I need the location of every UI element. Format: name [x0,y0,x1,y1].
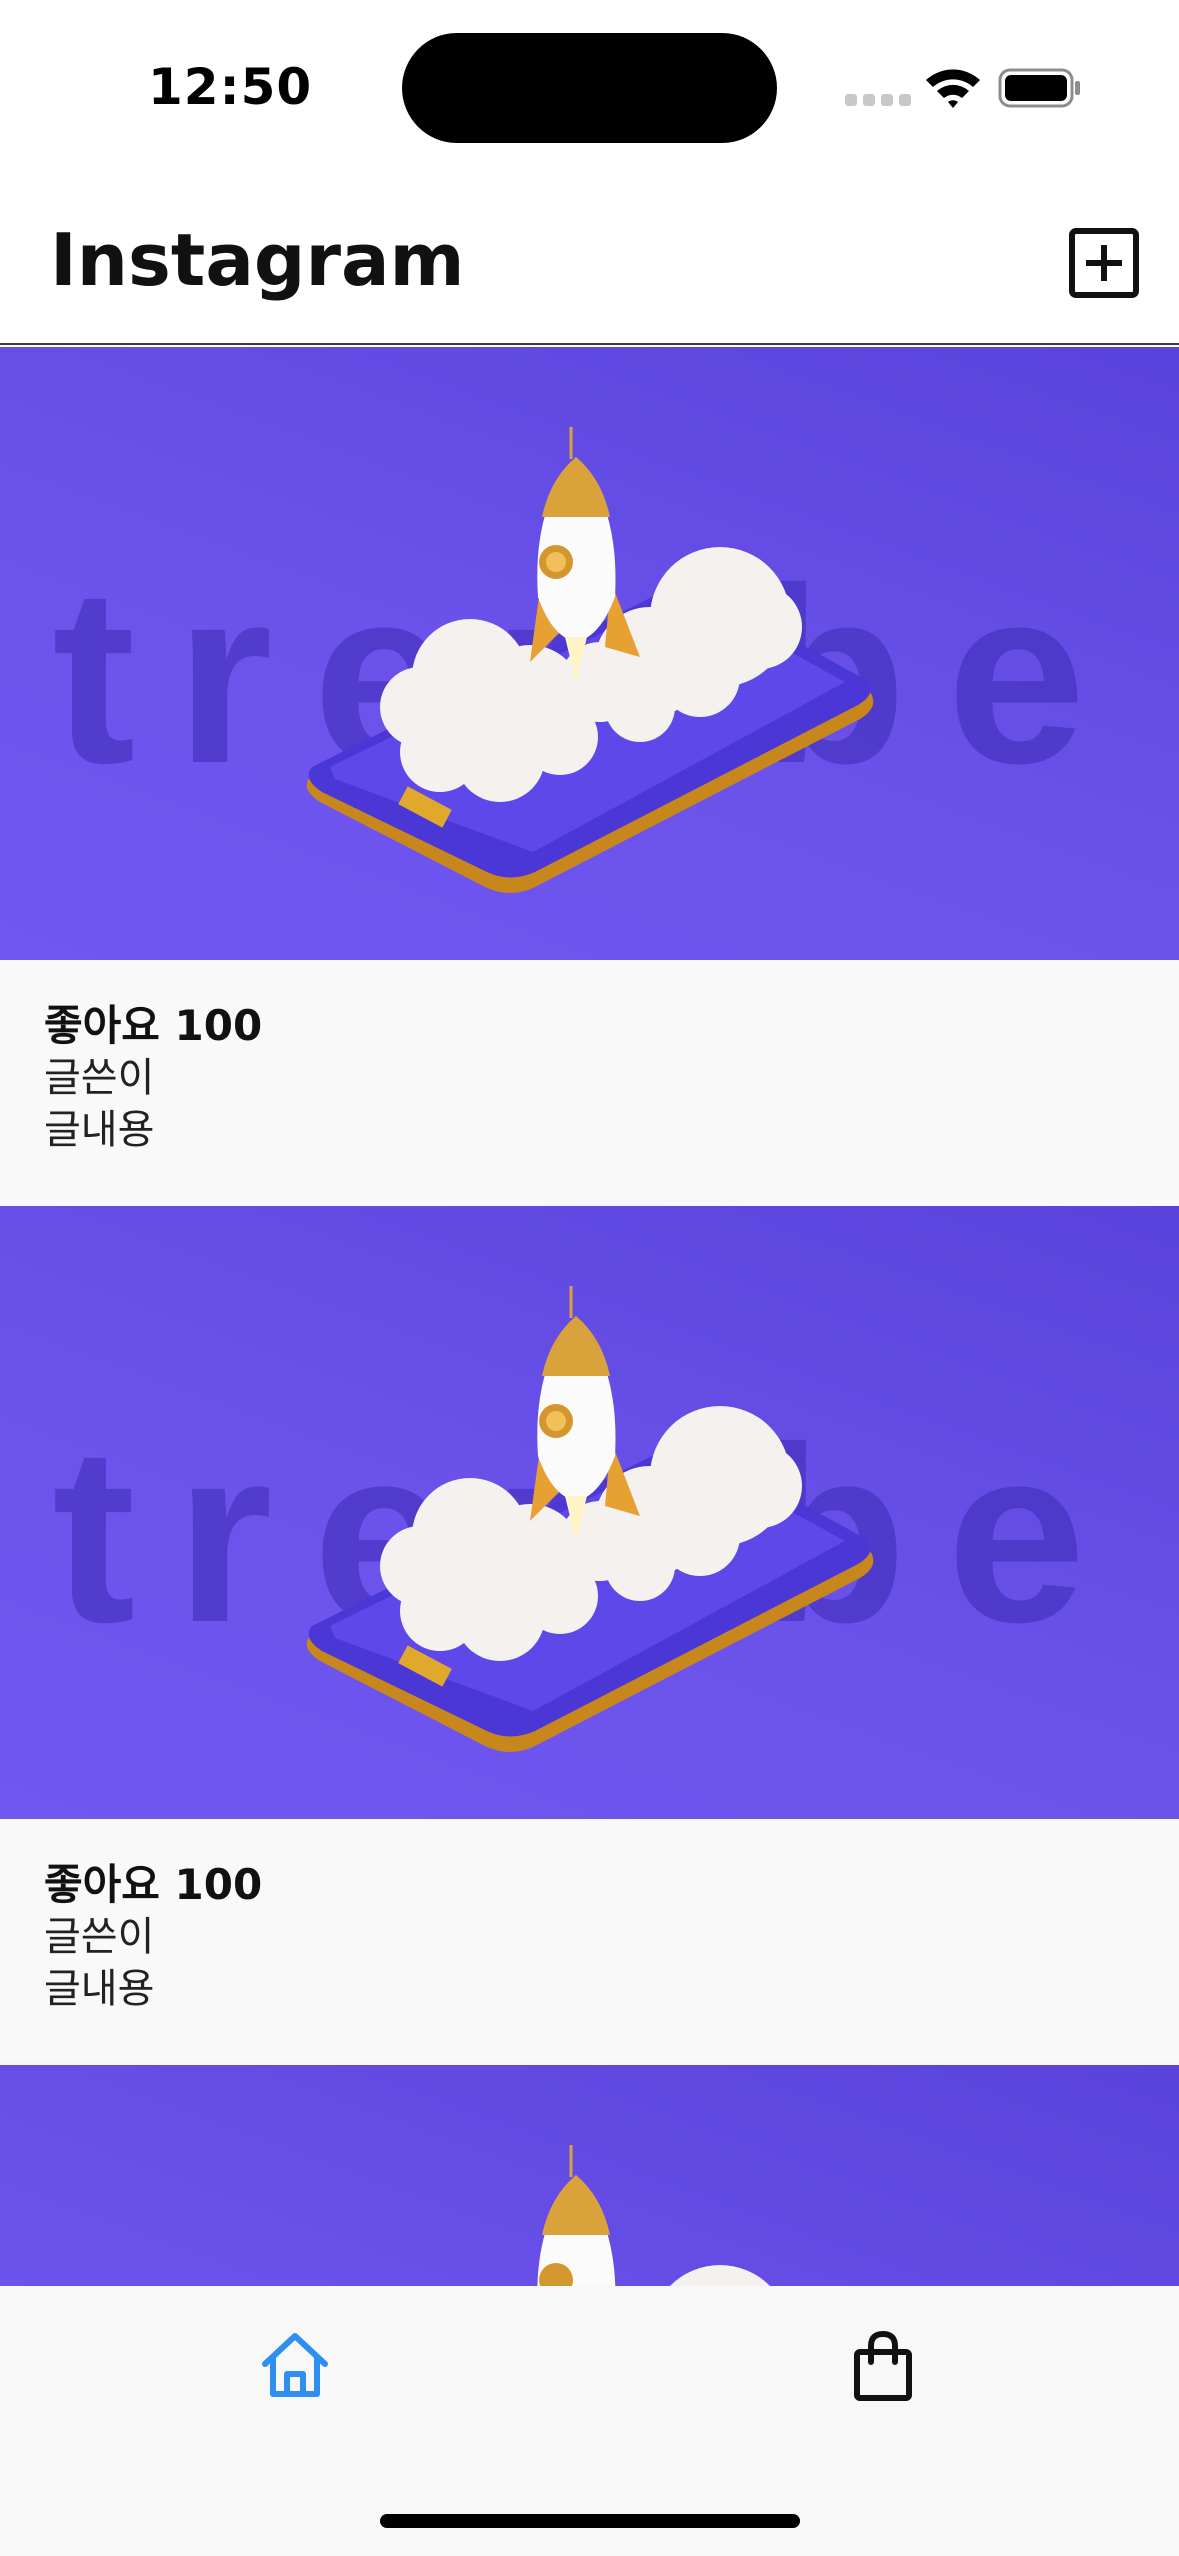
post-author[interactable]: 글쓴이 [44,1052,1179,1104]
shopping-bag-icon[interactable] [843,2326,923,2406]
home-indicator [380,2514,800,2528]
post-card: trembe [0,1206,1179,2065]
post-card: trembe [0,347,1179,1206]
status-time: 12:50 [148,58,313,116]
post-meta: 좋아요 100 글쓴이 글내용 [0,960,1179,1206]
wifi-icon [926,69,980,108]
tab-bar [0,2286,1179,2556]
post-likes: 좋아요 100 [44,1001,263,1050]
post-content: 글내용 [44,1107,155,1153]
add-post-icon[interactable] [1068,227,1140,299]
post-likes: 좋아요 100 [44,1860,263,1909]
post-feed[interactable]: trembe [0,347,1179,2556]
screen: 12:50 Instagram trembe [0,0,1179,2556]
app-title: Instagram [50,218,465,302]
post-image[interactable]: trembe [0,1206,1179,1819]
app-header: Instagram [0,180,1179,345]
status-bar: 12:50 [0,0,1179,180]
post-image[interactable]: trembe [0,347,1179,960]
cellular-signal-icon [845,94,911,106]
dynamic-island [402,33,777,143]
battery-icon [998,68,1080,108]
post-author[interactable]: 글쓴이 [44,1911,1179,1963]
post-content: 글내용 [44,1966,155,2012]
post-meta: 좋아요 100 글쓴이 글내용 [0,1819,1179,2065]
home-icon[interactable] [255,2326,335,2406]
